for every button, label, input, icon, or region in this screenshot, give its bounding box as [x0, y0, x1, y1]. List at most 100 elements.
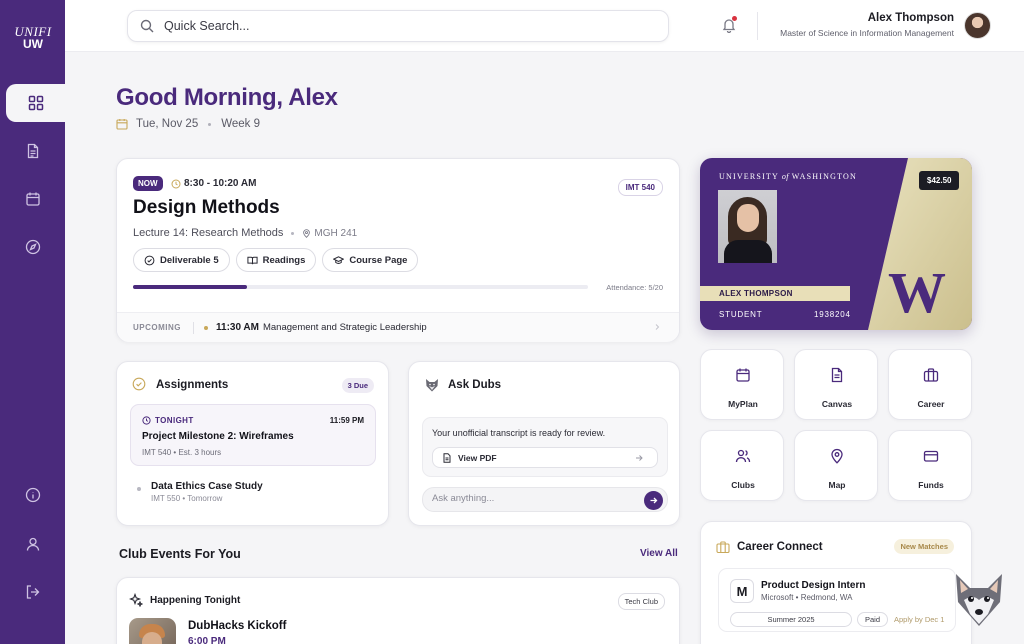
uw-w-logo: W: [888, 260, 946, 325]
separator-dot: [208, 122, 212, 126]
id-role: STUDENT: [719, 310, 763, 319]
quick-link-funds[interactable]: Funds: [888, 430, 972, 501]
graduation-cap-icon: [333, 255, 345, 264]
avatar[interactable]: [964, 12, 991, 39]
course-page-button[interactable]: Course Page: [322, 248, 419, 272]
club-events-card: Happening Tonight Tech Club DubHacks Kic…: [116, 577, 680, 644]
arrow-right-icon: [650, 497, 658, 504]
current-class-card[interactable]: NOW 8:30 - 10:20 AM IMT 540 Design Metho…: [116, 158, 680, 342]
husky-icon: [426, 379, 438, 392]
due-count-badge: 3 Due: [341, 378, 374, 393]
upcoming-course: Management and Strategic Leadership: [262, 322, 427, 333]
club-events-heading: Club Events For You: [119, 547, 241, 561]
student-photo: [718, 190, 777, 263]
compass-icon: [25, 239, 40, 255]
new-matches-badge: New Matches: [894, 539, 954, 554]
map-pin-icon: [303, 228, 311, 238]
check-circle-icon: [132, 377, 146, 391]
calendar-icon: [116, 119, 128, 130]
search-input[interactable]: [164, 19, 564, 33]
credit-card-icon: [923, 450, 939, 462]
readings-button[interactable]: Readings: [235, 248, 317, 272]
class-progress-bar: [133, 285, 588, 289]
deliverable-button[interactable]: Deliverable 5: [133, 248, 230, 272]
ask-dubs-input[interactable]: [432, 493, 632, 504]
quick-link-map[interactable]: Map: [794, 430, 878, 501]
quick-link-canvas[interactable]: Canvas: [794, 349, 878, 420]
logo-line2: UW: [23, 37, 43, 51]
top-bar: Alex Thompson Master of Science in Infor…: [65, 0, 1024, 52]
student-id-card[interactable]: UNIVERSITY of WASHINGTON $42.50 ALEX THO…: [700, 158, 972, 330]
sidebar-item-dashboard[interactable]: [6, 84, 65, 122]
class-location: MGH 241: [314, 227, 358, 239]
job-paid-tag: Paid: [857, 612, 889, 627]
arrow-right-icon: [636, 455, 643, 461]
logout-icon: [26, 585, 39, 599]
current-week: Week 9: [221, 118, 260, 130]
ask-dubs-input-box: [422, 487, 668, 512]
event-title[interactable]: DubHacks Kickoff: [188, 620, 286, 632]
upcoming-time: 11:30 AM: [216, 322, 259, 333]
sidebar-item-info[interactable]: [0, 476, 65, 514]
class-progress-fill: [133, 285, 247, 289]
check-circle-icon: [144, 255, 155, 265]
sparkle-icon: [129, 593, 143, 607]
calendar-icon: [736, 368, 750, 382]
event-time: 6:00 PM: [188, 636, 226, 644]
assignments-title: Assignments: [156, 379, 229, 391]
sidebar-item-explore[interactable]: [0, 228, 65, 266]
sidebar-item-calendar[interactable]: [0, 180, 65, 218]
class-lecture: Lecture 14: Research Methods MGH 241: [133, 227, 357, 239]
sidebar-item-logout[interactable]: [0, 573, 65, 611]
quick-link-label: Funds: [918, 480, 944, 490]
assignment-title: Data Ethics Case Study: [151, 481, 263, 492]
quick-link-label: Canvas: [821, 399, 853, 409]
id-number: 1938204: [814, 310, 851, 319]
send-button[interactable]: [644, 491, 663, 510]
due-tag-label: TONIGHT: [155, 416, 194, 425]
unifi-logo[interactable]: UNIFI UW: [12, 25, 54, 51]
class-title: Design Methods: [133, 197, 280, 218]
view-pdf-button[interactable]: View PDF: [432, 447, 658, 468]
sidebar: UNIFI UW: [0, 0, 65, 644]
career-connect-title: Career Connect: [737, 541, 823, 553]
quick-link-label: Clubs: [731, 480, 755, 490]
job-season-tag: Summer 2025: [730, 612, 852, 627]
sidebar-item-documents[interactable]: [0, 132, 65, 170]
quick-search[interactable]: [127, 10, 669, 42]
quick-link-label: MyPlan: [728, 399, 758, 409]
quick-link-myplan[interactable]: MyPlan: [700, 349, 784, 420]
university-text: UNIVERSITY: [719, 172, 779, 181]
class-time: 8:30 - 10:20 AM: [171, 178, 256, 189]
search-icon: [140, 19, 154, 33]
ask-dubs-card: Ask Dubs Your unofficial transcript is r…: [408, 361, 680, 526]
view-all-link[interactable]: View All: [640, 548, 678, 559]
calendar-icon: [25, 192, 40, 206]
sidebar-item-profile[interactable]: [0, 525, 65, 563]
id-student-name: ALEX THOMPSON: [700, 286, 850, 301]
club-tag: Tech Club: [617, 593, 665, 610]
assistant-message: Your unofficial transcript is ready for …: [422, 417, 668, 477]
event-image[interactable]: [129, 618, 176, 644]
apply-deadline: Apply by Dec 1: [894, 615, 945, 624]
course-page-label: Course Page: [349, 254, 408, 266]
briefcase-icon: [923, 368, 939, 382]
husky-mascot[interactable]: [950, 570, 1008, 630]
assignment-title: Project Milestone 2: Wireframes: [142, 431, 294, 442]
briefcase-icon: [716, 541, 730, 554]
attendance-text: Attendance: 5/20: [606, 283, 663, 292]
document-icon: [27, 143, 38, 159]
assignment-item-featured[interactable]: TONIGHT 11:59 PM Project Milestone 2: Wi…: [130, 404, 376, 466]
job-listing[interactable]: M Product Design Intern Microsoft • Redm…: [718, 568, 956, 632]
quick-link-career[interactable]: Career: [888, 349, 972, 420]
upcoming-label: UPCOMING: [133, 323, 181, 332]
assignments-card: Assignments 3 Due TONIGHT 11:59 PM Proje…: [116, 361, 389, 526]
info-icon: [25, 487, 40, 503]
class-time-text: 8:30 - 10:20 AM: [184, 178, 257, 189]
notification-dot: [732, 16, 737, 21]
university-wordmark: UNIVERSITY of WASHINGTON: [719, 172, 857, 181]
quick-link-clubs[interactable]: Clubs: [700, 430, 784, 501]
user-name: Alex Thompson: [867, 12, 954, 24]
upcoming-class-row[interactable]: UPCOMING 11:30 AM Management and Strateg…: [117, 312, 679, 342]
class-actions: Deliverable 5 Readings Course Page: [133, 248, 419, 272]
